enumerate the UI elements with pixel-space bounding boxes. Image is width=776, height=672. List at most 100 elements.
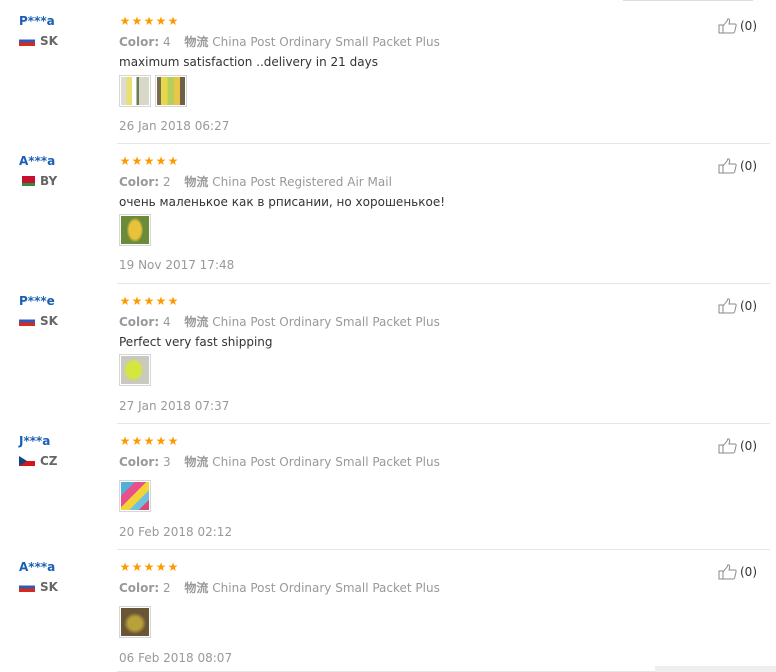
country-code: SK	[40, 314, 58, 328]
reviewer-name[interactable]: J***a	[19, 434, 58, 449]
order-info: Color: 2 物流 China Post Registered Air Ma…	[119, 174, 392, 190]
reviewer-country: BY	[19, 175, 57, 187]
review-text: Perfect very fast shipping	[119, 335, 273, 349]
review-photo-yellow-item[interactable]	[119, 214, 151, 246]
review-photos	[119, 214, 151, 246]
star-icon: ★	[143, 154, 155, 168]
review-photos	[119, 75, 187, 107]
color-label: Color:	[119, 35, 160, 49]
country-code: BY	[40, 174, 58, 188]
reviewer-country: CZ	[19, 455, 58, 467]
star-rating: ★ ★ ★ ★ ★	[119, 434, 179, 448]
star-rating: ★ ★ ★ ★ ★	[119, 14, 179, 28]
review-text: очень маленькое как в рписании, но хорош…	[119, 195, 446, 209]
color-label: Color:	[119, 315, 160, 329]
helpful-button[interactable]: (0)	[718, 298, 757, 314]
thumbs-up-icon	[718, 18, 737, 34]
reviewer-info: A***a SK	[19, 560, 58, 593]
helpful-count: (0)	[740, 299, 757, 313]
color-value: 4	[162, 315, 171, 329]
reviewer-name[interactable]: P***a	[19, 14, 58, 29]
thumbs-up-icon	[718, 298, 737, 314]
horizontal-scrollbar[interactable]	[655, 666, 776, 672]
review-photos	[119, 606, 151, 638]
star-icon: ★	[155, 294, 167, 308]
thumbs-up-icon	[718, 158, 737, 174]
star-icon: ★	[155, 434, 167, 448]
star-icon: ★	[167, 560, 179, 574]
helpful-button[interactable]: (0)	[718, 18, 757, 34]
star-icon: ★	[119, 294, 131, 308]
review-photo-brown-item[interactable]	[119, 606, 151, 638]
slovakia-flag-icon	[19, 316, 35, 326]
review-date: 06 Feb 2018 08:07	[119, 651, 233, 665]
reviewer-name[interactable]: A***a	[19, 154, 57, 169]
helpful-count: (0)	[740, 19, 757, 33]
thumbs-up-icon	[718, 438, 737, 454]
logistics-value: China Post Ordinary Small Packet Plus	[212, 315, 440, 329]
star-icon: ★	[167, 14, 179, 28]
star-icon: ★	[119, 434, 131, 448]
logistics-label: 物流	[184, 455, 209, 469]
star-icon: ★	[167, 294, 179, 308]
review-date: 20 Feb 2018 02:12	[119, 525, 233, 539]
reviewer-info: P***a SK	[19, 14, 58, 47]
reviewer-country: SK	[19, 581, 58, 593]
star-icon: ★	[119, 14, 131, 28]
czech-flag-icon	[19, 456, 35, 466]
star-icon: ★	[143, 434, 155, 448]
reviewer-name[interactable]: P***e	[19, 294, 58, 309]
color-value: 4	[162, 35, 171, 49]
helpful-count: (0)	[740, 159, 757, 173]
star-icon: ★	[155, 14, 167, 28]
reviewer-info: J***a CZ	[19, 434, 58, 467]
review-date: 26 Jan 2018 06:27	[119, 119, 230, 133]
star-icon: ★	[119, 560, 131, 574]
review-photo-white-yellow-items[interactable]	[119, 75, 151, 107]
review-photo-lime-item[interactable]	[119, 354, 151, 386]
helpful-count: (0)	[740, 565, 757, 579]
review-date: 27 Jan 2018 07:37	[119, 399, 230, 413]
order-info: Color: 4 物流 China Post Ordinary Small Pa…	[119, 314, 440, 330]
color-value: 2	[162, 581, 171, 595]
belarus-flag-icon	[19, 176, 35, 186]
helpful-button[interactable]: (0)	[718, 438, 757, 454]
review-photos	[119, 480, 151, 512]
review-item: P***a SK ★ ★ ★ ★ ★ Color: 4 物流 China Pos…	[0, 8, 776, 144]
logistics-value: China Post Ordinary Small Packet Plus	[212, 581, 440, 595]
star-icon: ★	[131, 14, 143, 28]
star-rating: ★ ★ ★ ★ ★	[119, 154, 179, 168]
color-label: Color:	[119, 581, 160, 595]
review-photo-colorful-items[interactable]	[119, 480, 151, 512]
star-icon: ★	[167, 434, 179, 448]
star-icon: ★	[155, 154, 167, 168]
helpful-button[interactable]: (0)	[718, 564, 757, 580]
order-info: Color: 4 物流 China Post Ordinary Small Pa…	[119, 34, 440, 50]
order-info: Color: 3 物流 China Post Ordinary Small Pa…	[119, 454, 440, 470]
color-label: Color:	[119, 175, 160, 189]
star-icon: ★	[131, 154, 143, 168]
review-photos	[119, 354, 151, 386]
helpful-count: (0)	[740, 439, 757, 453]
star-icon: ★	[167, 154, 179, 168]
top-divider	[623, 0, 753, 1]
review-text: maximum satisfaction ..delivery in 21 da…	[119, 55, 378, 69]
star-icon: ★	[131, 434, 143, 448]
star-icon: ★	[131, 294, 143, 308]
thumbs-up-icon	[718, 564, 737, 580]
country-code: SK	[40, 34, 58, 48]
logistics-value: China Post Ordinary Small Packet Plus	[212, 35, 440, 49]
star-icon: ★	[155, 560, 167, 574]
star-icon: ★	[143, 14, 155, 28]
review-item: J***a CZ ★ ★ ★ ★ ★ Color: 3 物流 China Pos…	[0, 428, 776, 550]
helpful-button[interactable]: (0)	[718, 158, 757, 174]
logistics-value: China Post Registered Air Mail	[212, 175, 392, 189]
order-info: Color: 2 物流 China Post Ordinary Small Pa…	[119, 580, 440, 596]
review-photo-yellow-green-items[interactable]	[155, 75, 187, 107]
slovakia-flag-icon	[19, 36, 35, 46]
logistics-value: China Post Ordinary Small Packet Plus	[212, 455, 440, 469]
reviewer-name[interactable]: A***a	[19, 560, 58, 575]
reviewer-country: SK	[19, 315, 58, 327]
color-value: 2	[162, 175, 171, 189]
color-label: Color:	[119, 455, 160, 469]
